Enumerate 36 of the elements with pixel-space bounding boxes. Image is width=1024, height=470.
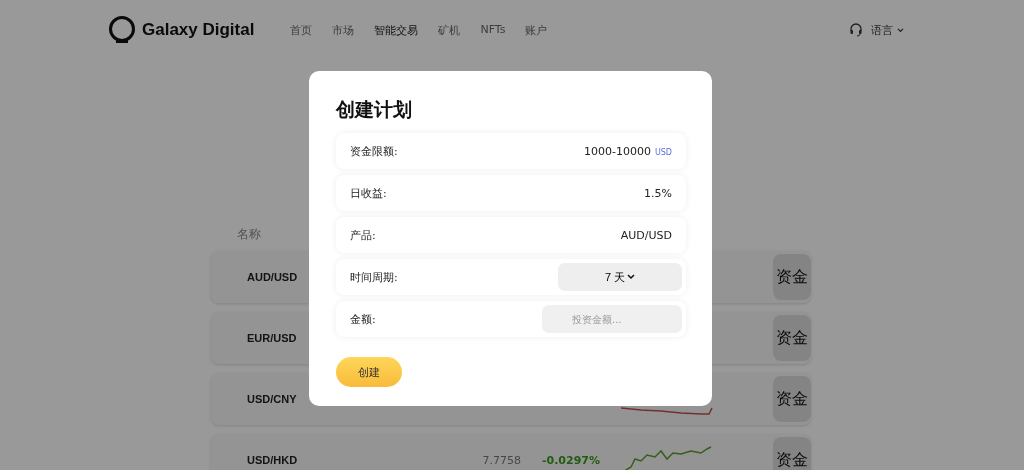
nav-link[interactable]: 首页 — [290, 22, 313, 38]
unit-label: USD — [654, 147, 672, 157]
fund-button[interactable]: 资金 — [773, 376, 811, 422]
field-label: 产品: — [350, 227, 376, 243]
headset-icon[interactable] — [849, 23, 863, 37]
field-value: 1.5% — [644, 186, 672, 200]
pair-name: USD/HKD — [247, 454, 298, 466]
nav-link[interactable]: 智能交易 — [374, 22, 419, 38]
field-label: 日收益: — [350, 185, 387, 201]
change: -0.0297% — [541, 453, 600, 467]
chevron-icon — [897, 27, 904, 33]
field-label: 资金限额: — [350, 143, 398, 159]
nav-link[interactable]: 矿机 — [438, 22, 461, 38]
brand-name: Galaxy Digital — [142, 20, 255, 40]
dialog-title: 创建计划 — [336, 97, 413, 122]
pair-name: AUD/USD — [247, 271, 298, 283]
fund-button[interactable]: 资金 — [773, 315, 811, 361]
pair-name: EUR/USD — [247, 332, 297, 344]
amount-field[interactable]: 投资金额... — [542, 305, 682, 333]
language-menu[interactable]: 语言 — [871, 22, 904, 38]
nav-link[interactable]: 市场 — [332, 22, 355, 38]
field-label: 金额: — [350, 311, 376, 327]
chevron-icon — [627, 274, 636, 280]
create-button[interactable]: 创建 — [336, 357, 402, 387]
field-value: AUD/USD — [620, 228, 672, 242]
field-label: 时间周期: — [350, 269, 398, 285]
price: 7.7758 — [482, 453, 521, 467]
column-header: 名称 — [237, 226, 261, 243]
logo-icon — [108, 16, 136, 44]
pair-name: USD/CNY — [247, 393, 297, 405]
nav-link[interactable]: NFTs — [480, 22, 506, 38]
period-select[interactable]: 7 天 — [558, 263, 682, 291]
nav-link[interactable]: 账户 — [525, 22, 548, 38]
fund-button[interactable]: 资金 — [773, 254, 811, 300]
field-value: 1000-10000 — [583, 144, 651, 158]
fund-button[interactable]: 资金 — [773, 437, 811, 470]
